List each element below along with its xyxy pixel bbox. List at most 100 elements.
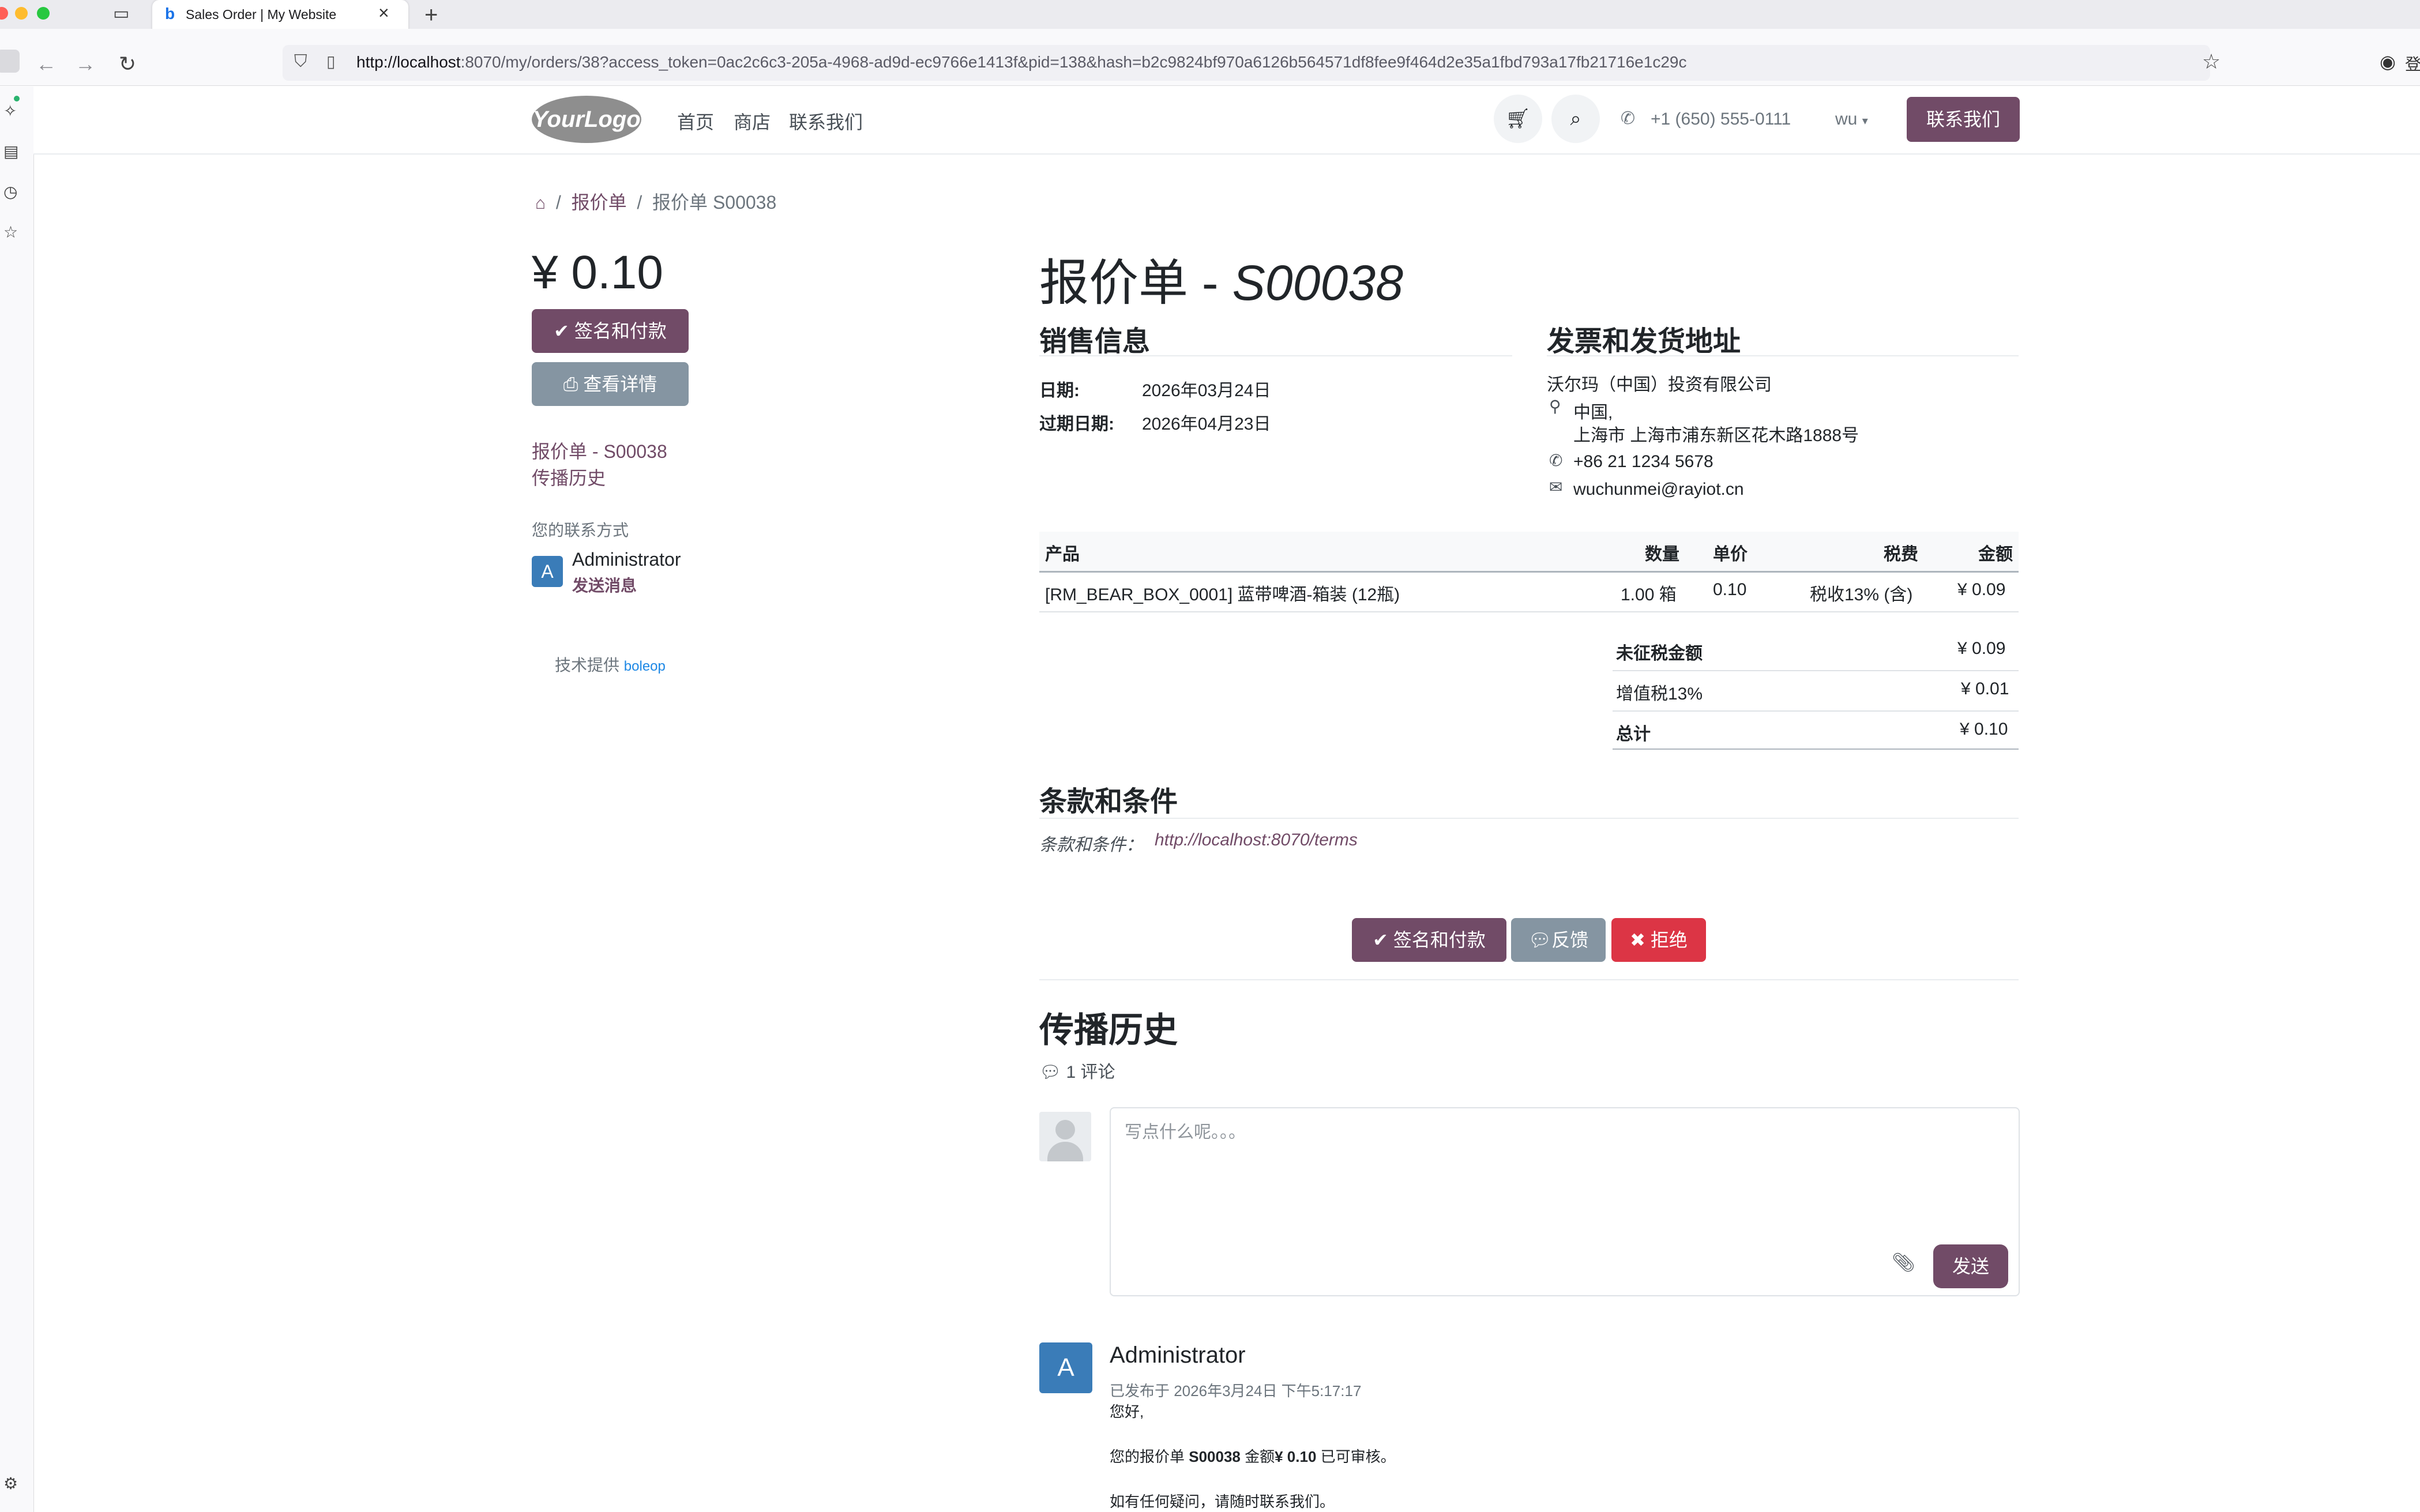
ai-sparkle-icon[interactable]: ✧ [3,101,17,121]
settings-gear-icon[interactable]: ⚙ [3,1474,18,1493]
phone-icon: ✆ [1621,109,1636,128]
col-taxes: 税费 [1884,545,1918,564]
divider [1613,710,2019,712]
tab-overview-icon[interactable]: ▭ [113,3,129,24]
expiry-value: 2026年04月23日 [1142,415,1271,434]
row-unit-price: 0.10 [1713,580,1747,599]
row-amount: ¥ 0.09 [1957,580,2006,599]
send-comment-button[interactable]: 发送 [1933,1244,2008,1288]
chevron-down-icon: ▾ [1862,115,1868,127]
sign-and-pay-button-side[interactable]: ✔ 签名和付款 [532,309,689,353]
browser-sidebar [0,86,34,1512]
contact-us-button[interactable]: 联系我们 [1907,97,2020,142]
nav-shop[interactable]: 商店 [734,108,771,134]
comments-count: 💬︎ 1 评论 [1039,1063,1115,1082]
order-total-price: ¥ 0.10 [532,246,663,299]
total-untaxed-value: ¥ 0.09 [1957,639,2006,658]
nav-home[interactable]: 首页 [677,108,714,134]
comment-icon: 💬︎ [1528,930,1552,950]
address-phone: +86 21 1234 5678 [1573,452,1713,471]
search-icon[interactable]: ⌕ [1551,95,1600,143]
history-icon[interactable]: ◷ [3,182,17,201]
divider [1039,979,2019,980]
col-amount: 金额 [1978,545,2013,564]
envelope-icon: ✉ [1549,478,1563,496]
post-line-body: 您的报价单 S00038 金额¥ 0.10 已可审核。 [1110,1448,1396,1465]
cart-icon[interactable]: 🛒︎ [1494,95,1542,143]
total-grand-value: ¥ 0.10 [1960,720,2008,739]
powered-brand-logo[interactable]: boleop [624,659,666,674]
back-icon[interactable]: ← [36,52,57,76]
post-meta: 已发布于 2026年3月24日 下午5:17:17 [1110,1382,1362,1400]
page-info-icon[interactable]: ▯ [326,52,335,71]
breadcrumb-separator: / [632,192,648,213]
total-grand-label: 总计 [1616,725,1651,744]
terms-label: 条款和条件： [1039,836,1143,855]
total-untaxed-label: 未征税金额 [1616,644,1703,663]
date-label: 日期: [1039,381,1080,400]
shield-icon[interactable]: ⛉ [294,52,307,72]
sidebar-toggle-icon[interactable] [0,50,20,73]
history-heading: 传播历史 [1039,1011,1178,1050]
terms-heading: 条款和条件 [1039,787,1178,817]
bookmark-star-icon[interactable]: ☆ [2202,50,2220,74]
company-name: 沃尔玛（中国）投资有限公司 [1547,375,1772,394]
forward-icon[interactable]: → [75,52,96,76]
close-tab-icon[interactable]: × [378,2,389,24]
home-icon[interactable]: ⌂ [535,194,546,213]
post-line-closing: 如有任何疑问，请随时联系我们。 [1110,1493,1335,1510]
post-author: Administrator [1110,1342,1246,1368]
row-product: [RM_BEAR_BOX_0001] 蓝带啤酒-箱装 (12瓶) [1045,585,1400,604]
site-logo[interactable]: YourLogo [532,96,641,143]
address-email: wuchunmei@rayiot.cn [1573,480,1744,499]
feedback-button[interactable]: 💬︎反馈 [1511,918,1606,962]
reject-button[interactable]: ✖ 拒绝 [1611,918,1706,962]
address-heading: 发票和发货地址 [1547,326,1741,357]
col-unit-price: 单价 [1713,545,1748,564]
powered-by: 技术提供 boleop [555,656,666,674]
contact-label: 您的联系方式 [532,521,629,539]
breadcrumb-quotations[interactable]: 报价单 [572,192,627,213]
terms-link[interactable]: http://localhost:8070/terms [1155,830,1358,850]
print-icon: ⎙ [563,374,578,394]
tab-title: Sales Order | My Website [186,7,337,22]
reload-icon[interactable]: ↻ [119,52,136,76]
row-quantity: 1.00 箱 [1621,585,1677,604]
sign-and-pay-button[interactable]: ✔ 签名和付款 [1352,918,1506,962]
sales-info-heading: 销售信息 [1039,326,1151,357]
comment-input[interactable]: 写点什么呢。。。 [1110,1107,2020,1296]
address-country: 中国, [1573,403,1613,422]
url-text[interactable]: http://localhost:8070/my/orders/38?acces… [356,53,1686,72]
breadcrumb-separator: / [551,192,566,213]
view-details-button[interactable]: ⎙ 查看详情 [532,362,689,406]
window-minimize-dot[interactable] [15,7,28,20]
toc-link-history[interactable]: 传播历史 [532,464,606,490]
expiry-label: 过期日期: [1039,415,1114,434]
paperclip-icon[interactable]: 📎︎ [1892,1251,1915,1273]
post-line-greeting: 您好, [1110,1403,1144,1420]
window-maximize-dot[interactable] [37,7,50,20]
map-marker-icon: ⚲ [1549,397,1561,415]
divider [1039,818,2019,819]
nav-contact[interactable]: 联系我们 [789,108,863,134]
tabs-icon[interactable]: ▤ [3,142,18,161]
user-menu[interactable]: wu ▾ [1835,110,1868,129]
check-icon: ✔ [554,321,569,341]
date-value: 2026年03月24日 [1142,381,1271,400]
divider [1039,355,1512,356]
send-message-link[interactable]: 发送消息 [572,573,637,596]
account-icon[interactable]: ◉ [2380,51,2396,73]
header-phone[interactable]: +1 (650) 555-0111 [1651,110,1791,129]
browser-tab-active[interactable]: b Sales Order | My Website × [152,0,408,33]
user-placeholder-avatar [1039,1112,1091,1161]
divider [1613,670,2019,671]
site-header [33,86,2420,155]
total-tax-value: ¥ 0.01 [1961,679,2009,698]
toc-link-quotation[interactable]: 报价单 - S00038 [532,437,667,464]
notification-dot [14,96,20,101]
new-tab-icon[interactable]: + [424,2,438,28]
close-icon: ✖ [1630,930,1645,950]
bookmarks-icon[interactable]: ☆ [3,223,18,242]
comments-icon: 💬︎ [1039,1063,1062,1082]
account-label[interactable]: 登 [2405,52,2420,75]
